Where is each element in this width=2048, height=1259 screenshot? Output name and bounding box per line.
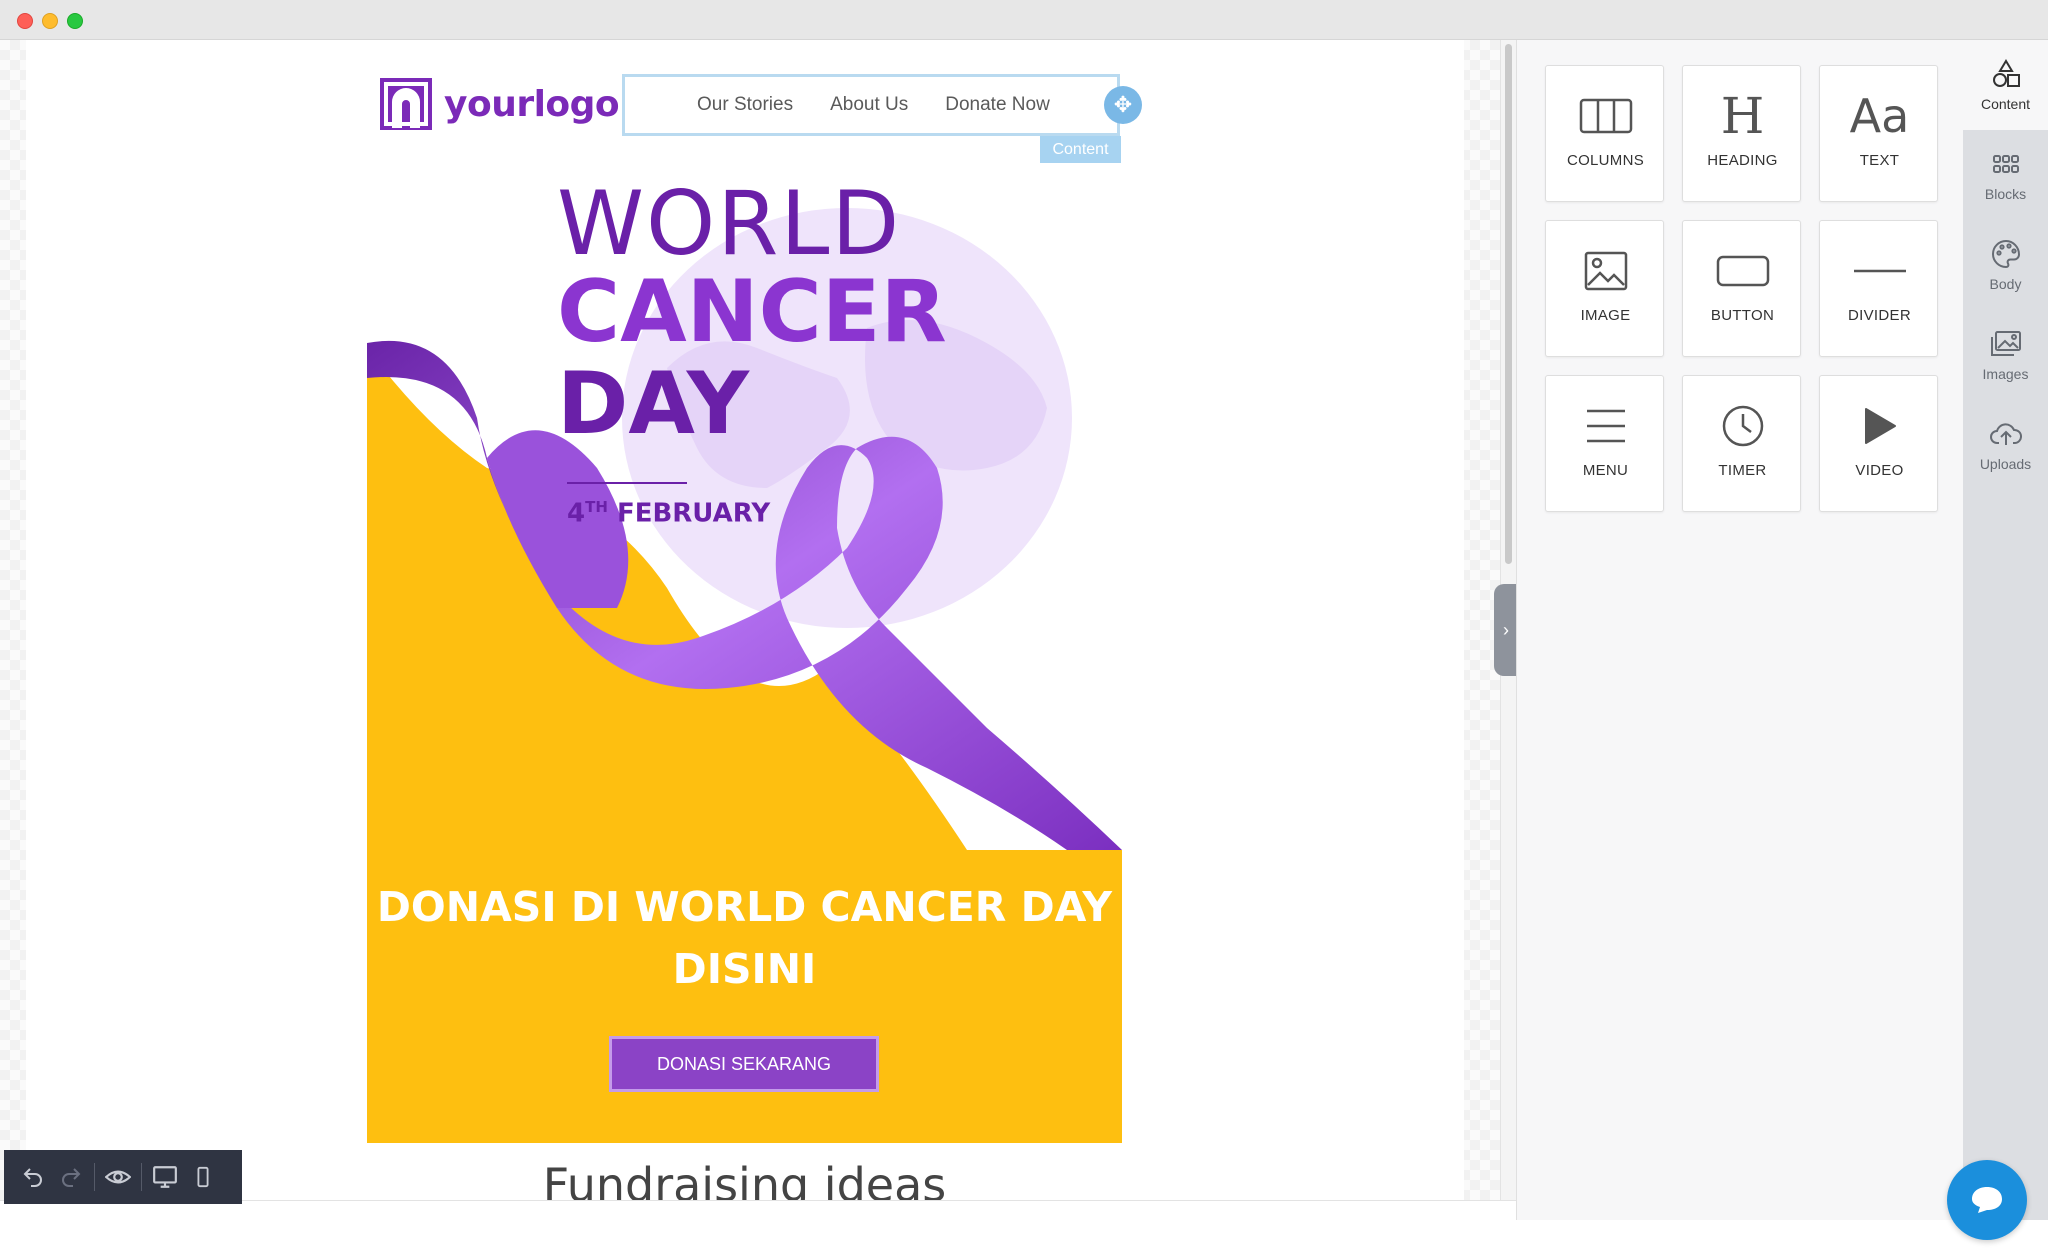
tool-text[interactable]: Aa TEXT (1819, 65, 1938, 202)
tab-label: Uploads (1979, 456, 2032, 472)
grid-icon (1992, 155, 2019, 173)
tab-body[interactable]: Body (1963, 220, 2048, 310)
tab-blocks[interactable]: Blocks (1963, 130, 2048, 220)
heading-icon: H (1720, 87, 1765, 145)
tools-panel: COLUMNS H HEADING Aa TEXT IMAGE BUTTON D… (1516, 40, 1963, 1220)
selected-block-tag: Content (1040, 136, 1121, 163)
tool-menu[interactable]: MENU (1545, 375, 1664, 512)
chat-support-button[interactable] (1947, 1160, 2027, 1240)
tool-label: TEXT (1859, 152, 1900, 169)
hero-date-rule (567, 482, 687, 484)
tool-image[interactable]: IMAGE (1545, 220, 1664, 357)
toolbar-divider (141, 1163, 142, 1191)
tool-label: DIVIDER (1848, 307, 1911, 324)
hero-headline-line-1: DONASI DI WORLD CANCER DAY (376, 883, 1113, 931)
undo-icon[interactable] (14, 1158, 52, 1196)
menu-item-donate-now[interactable]: Donate Now (945, 94, 1050, 116)
tab-uploads[interactable]: Uploads (1963, 400, 2048, 490)
video-icon (1820, 400, 1939, 452)
tab-images[interactable]: Images (1963, 310, 2048, 400)
text-icon: Aa (1849, 89, 1910, 143)
button-icon (1683, 245, 1802, 297)
menu-item-our-stories[interactable]: Our Stories (697, 94, 793, 116)
cloud-upload-icon (1989, 423, 2022, 445)
images-icon (1990, 331, 2021, 356)
palette-icon (1991, 239, 2020, 269)
collapse-panel-chevron-icon[interactable]: › (1494, 584, 1518, 676)
hero-title-day: DAY (557, 354, 749, 454)
scrollbar-thumb[interactable] (1505, 44, 1512, 564)
tool-divider[interactable]: DIVIDER (1819, 220, 1938, 357)
image-icon (1546, 245, 1665, 297)
hero-title-world: WORLD (557, 172, 902, 275)
tool-heading[interactable]: H HEADING (1682, 65, 1801, 202)
tab-label: Body (1989, 276, 2022, 292)
tool-label: IMAGE (1580, 307, 1631, 324)
tool-label: VIDEO (1855, 462, 1904, 479)
menu-item-about-us[interactable]: About Us (830, 94, 908, 116)
menu-block[interactable]: Our Stories About Us Donate Now (622, 74, 1120, 136)
timer-icon (1683, 400, 1802, 452)
divider-icon (1820, 245, 1939, 297)
tool-timer[interactable]: TIMER (1682, 375, 1801, 512)
close-window-button[interactable] (17, 13, 33, 29)
side-tabs: Content Blocks Body Images Uploads (1963, 40, 2048, 1220)
section-title-fundraising: Fundraising ideas (542, 1160, 947, 1200)
chat-icon (1972, 1187, 2002, 1213)
email-menu: Our Stories About Us Donate Now (697, 77, 1050, 133)
minimize-window-button[interactable] (42, 13, 58, 29)
tool-label: MENU (1582, 462, 1629, 479)
tab-label: Blocks (1984, 186, 2027, 202)
hero-date-suffix: TH (585, 498, 608, 516)
redo-icon[interactable] (52, 1158, 90, 1196)
tool-label: COLUMNS (1566, 152, 1645, 169)
hero-date: 4TH FEBRUARY (567, 498, 770, 529)
desktop-view-icon[interactable] (146, 1158, 184, 1196)
preview-eye-icon[interactable] (99, 1158, 137, 1196)
donate-now-button[interactable]: DONASI SEKARANG (609, 1036, 879, 1092)
logo-text: yourlogo (444, 83, 620, 125)
toolbar-divider (94, 1163, 95, 1191)
hero-date-month: FEBRUARY (607, 498, 771, 529)
window-titlebar (0, 0, 2048, 40)
menu-icon (1546, 400, 1665, 452)
editor-toolbar (4, 1150, 242, 1204)
move-handle-icon[interactable]: ✥ (1104, 86, 1142, 124)
tool-button[interactable]: BUTTON (1682, 220, 1801, 357)
hero-date-day: 4 (567, 498, 586, 529)
tab-label: Images (1982, 366, 2029, 382)
hero-headline: DONASI DI WORLD CANCER DAY DISINI (367, 876, 1122, 1000)
hero-title-cancer: CANCER (557, 262, 947, 362)
bottom-strip (0, 1200, 1516, 1259)
hero-headline-line-2: DISINI (672, 945, 817, 993)
columns-icon (1546, 90, 1665, 142)
hero-image-block[interactable]: WORLD CANCER DAY 4TH FEBRUARY DONASI DI … (367, 168, 1122, 1143)
tool-label: BUTTON (1710, 307, 1775, 324)
mobile-view-icon[interactable] (184, 1158, 222, 1196)
shapes-icon (1992, 59, 2020, 87)
logo-icon (380, 78, 432, 130)
tool-columns[interactable]: COLUMNS (1545, 65, 1664, 202)
tool-video[interactable]: VIDEO (1819, 375, 1938, 512)
tab-label: Content (1980, 96, 2031, 112)
email-logo[interactable]: yourlogo (378, 76, 620, 132)
maximize-window-button[interactable] (67, 13, 83, 29)
tool-label: TIMER (1718, 462, 1767, 479)
tool-label: HEADING (1707, 152, 1778, 169)
tab-content[interactable]: Content (1963, 40, 2048, 130)
